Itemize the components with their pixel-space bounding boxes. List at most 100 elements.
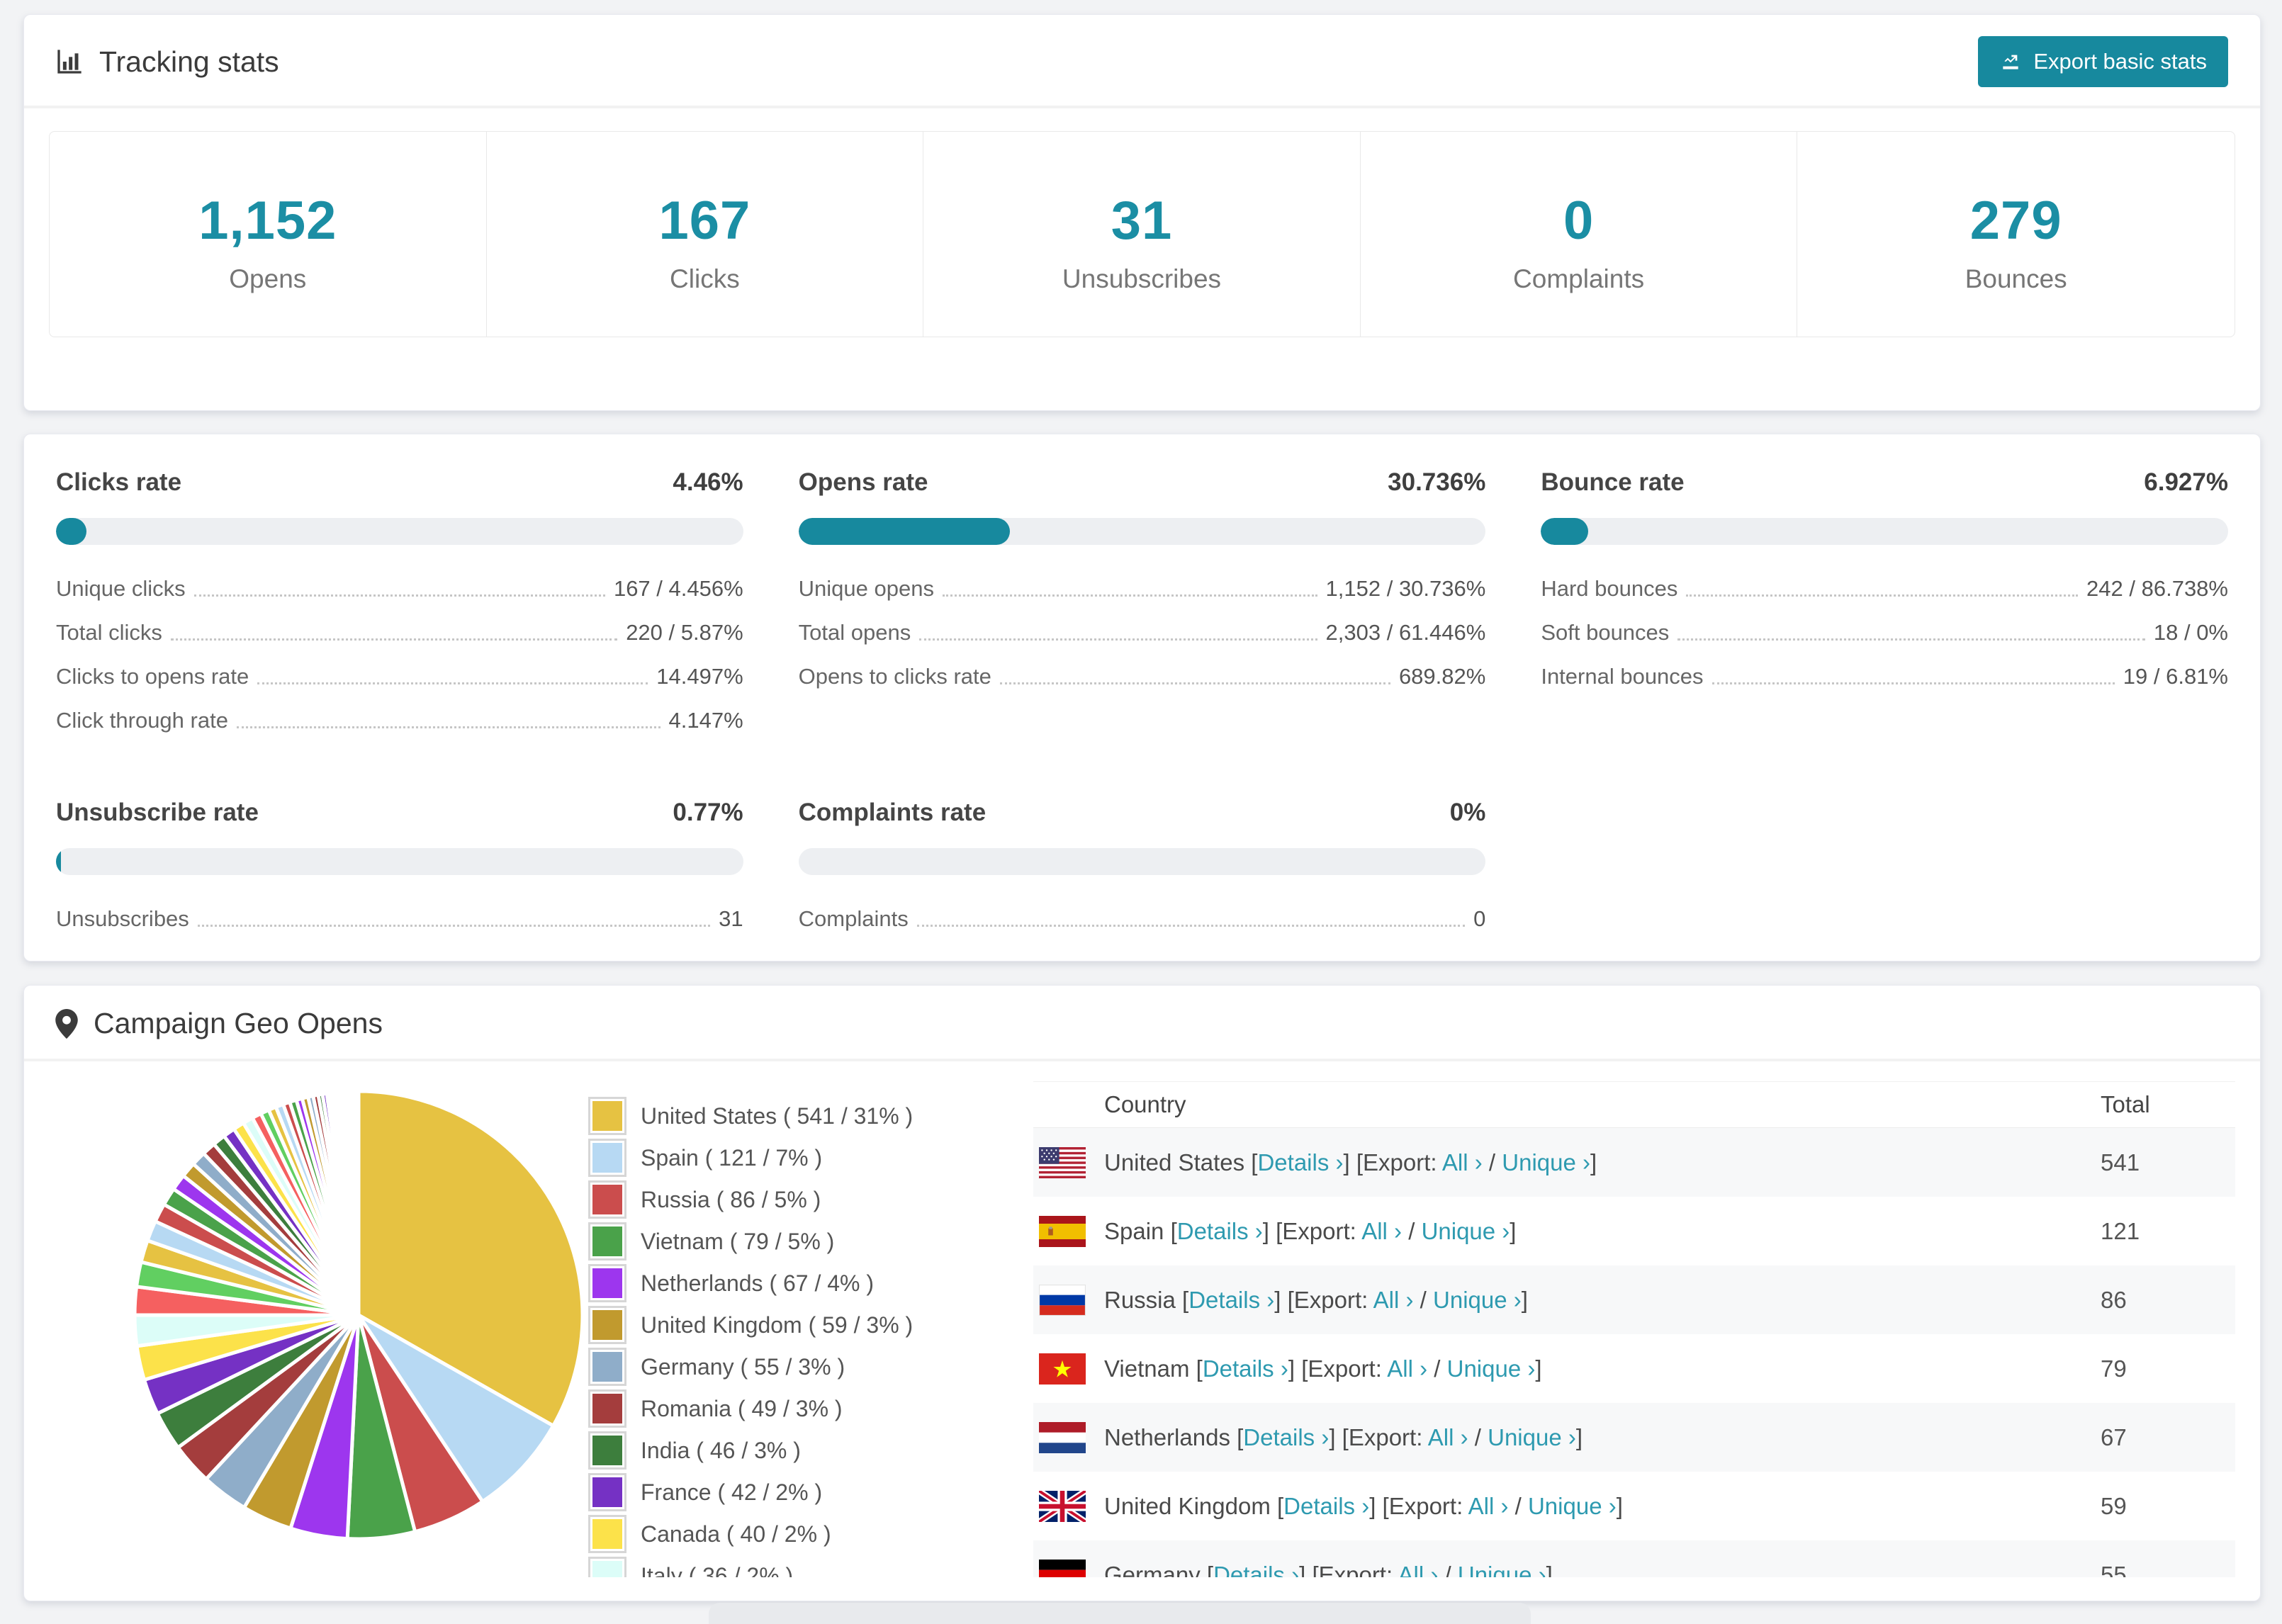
stat-row-label: Unsubscribes	[56, 906, 189, 931]
rate-value: 6.927%	[2144, 468, 2228, 496]
dotted-leader	[1686, 594, 2079, 597]
stat-row: Clicks to opens rate 14.497%	[56, 664, 743, 689]
details-link[interactable]: Details ›	[1257, 1149, 1343, 1175]
stat-label: Bounces	[1965, 264, 2067, 293]
export-all-link[interactable]: All ›	[1361, 1218, 1402, 1244]
country-name: Netherlands	[1104, 1423, 1230, 1450]
table-header-row: Country Total	[1033, 1081, 2235, 1128]
legend-label: United Kingdom ( 59 / 3% )	[641, 1312, 914, 1338]
export-unique-link[interactable]: Unique ›	[1458, 1562, 1546, 1578]
total-value: 79	[2101, 1355, 2127, 1382]
legend-label: Italy ( 36 / 2% )	[641, 1562, 794, 1578]
legend-swatch	[592, 1477, 622, 1507]
details-link[interactable]: Details ›	[1213, 1562, 1299, 1578]
table-row-vn: Vietnam [Details ›] [Export: All › / Uni…	[1033, 1334, 2235, 1403]
stat-row-label: Total clicks	[56, 620, 162, 645]
stat-label: Complaints	[1513, 264, 1645, 293]
stat-row-value: 4.147%	[668, 708, 743, 733]
dotted-leader	[170, 638, 618, 641]
legend-label: Spain ( 121 / 7% )	[641, 1144, 823, 1171]
legend-swatch	[592, 1268, 622, 1298]
export-all-link[interactable]: All ›	[1387, 1355, 1427, 1382]
export-all-link[interactable]: All ›	[1442, 1149, 1483, 1175]
stat-row-label: Unique clicks	[56, 576, 186, 601]
rate-block-unsubscribe-rate: Unsubscribe rate 0.77% Unsubscribes 31	[56, 799, 743, 950]
stat-row-value: 167 / 4.456%	[613, 576, 743, 601]
export-all-link[interactable]: All ›	[1468, 1493, 1509, 1519]
tracking-stats-card: Tracking stats Export basic stats 1,152 O…	[23, 14, 2261, 411]
tracking-stats-header: Tracking stats Export basic stats	[24, 15, 2260, 108]
legend-swatch	[592, 1519, 622, 1549]
stat-row-value: 220 / 5.87%	[626, 620, 743, 645]
stat-row-value: 689.82%	[1398, 664, 1486, 689]
progress-bar	[56, 518, 743, 545]
column-header-country: Country	[1104, 1091, 1186, 1117]
details-link[interactable]: Details ›	[1283, 1493, 1369, 1519]
details-link[interactable]: Details ›	[1188, 1287, 1274, 1313]
legend-swatch	[592, 1185, 622, 1214]
legend-item: Russia ( 86 / 5% )	[592, 1185, 989, 1214]
geo-legend: United States ( 541 / 31% ) Spain ( 121 /…	[592, 1061, 989, 1577]
tracking-stats-title: Tracking stats	[55, 45, 279, 79]
country-name: Vietnam	[1104, 1355, 1190, 1382]
details-link[interactable]: Details ›	[1243, 1424, 1329, 1450]
export-unique-link[interactable]: Unique ›	[1488, 1424, 1576, 1450]
legend-item: United States ( 541 / 31% )	[592, 1101, 989, 1131]
stat-row-label: Hard bounces	[1541, 576, 1678, 601]
rate-block-opens-rate: Opens rate 30.736% Unique opens 1,152 / 30.…	[798, 468, 1486, 752]
stat-row-value: 2,303 / 61.446%	[1325, 620, 1486, 645]
export-unique-link[interactable]: Unique ›	[1447, 1355, 1536, 1382]
progress-fill	[798, 518, 1010, 545]
export-all-link[interactable]: All ›	[1373, 1287, 1414, 1313]
bottom-sheet	[709, 1603, 1531, 1624]
export-prefix: [Export:	[1287, 1286, 1368, 1313]
rate-title: Clicks rate	[56, 468, 182, 496]
table-row-gb: United Kingdom [Details ›] [Export: All …	[1033, 1472, 2235, 1540]
pie-slice-other[interactable]	[356, 1089, 361, 1316]
dotted-leader	[1677, 638, 2145, 641]
stat-value: 167	[658, 191, 751, 251]
legend-label: Vietnam ( 79 / 5% )	[641, 1228, 835, 1254]
stat-row: Total clicks 220 / 5.87%	[56, 620, 743, 645]
export-unique-link[interactable]: Unique ›	[1502, 1149, 1590, 1175]
export-unique-link[interactable]: Unique ›	[1528, 1493, 1617, 1519]
details-link[interactable]: Details ›	[1203, 1355, 1288, 1382]
total-value: 86	[2101, 1286, 2127, 1313]
stat-row-value: 31	[719, 906, 743, 931]
summary-stat-opens: 1,152 Opens	[50, 132, 487, 337]
rate-block-bounce-rate: Bounce rate 6.927% Hard bounces 242 / 86.73…	[1541, 468, 2228, 752]
export-basic-stats-button[interactable]: Export basic stats	[1978, 36, 2228, 87]
legend-swatch	[592, 1394, 622, 1423]
export-unique-link[interactable]: Unique ›	[1422, 1218, 1510, 1244]
geo-title: Campaign Geo Opens	[94, 1007, 383, 1039]
legend-swatch	[592, 1352, 622, 1382]
country-name: United States	[1104, 1149, 1245, 1175]
rate-value: 0%	[1449, 799, 1486, 826]
legend-item: Italy ( 36 / 2% )	[592, 1561, 989, 1577]
export-all-link[interactable]: All ›	[1428, 1424, 1468, 1450]
export-prefix: [Export:	[1301, 1355, 1382, 1382]
progress-fill	[56, 848, 62, 875]
flag-gb-icon	[1033, 1490, 1104, 1522]
dotted-leader	[919, 638, 1317, 641]
progress-fill	[56, 518, 87, 545]
export-unique-link[interactable]: Unique ›	[1433, 1287, 1522, 1313]
stat-row-label: Unique opens	[798, 576, 934, 601]
geo-body: United States ( 541 / 31% ) Spain ( 121 /…	[24, 1061, 2260, 1577]
flag-de-icon	[1033, 1559, 1104, 1577]
summary-stats: 1,152 Opens 167 Clicks 31 Unsubscribes 0 Compla…	[49, 131, 2235, 337]
legend-swatch	[592, 1436, 622, 1465]
details-link[interactable]: Details ›	[1177, 1218, 1263, 1244]
geo-pie-chart[interactable]	[125, 1081, 592, 1549]
progress-bar	[798, 848, 1486, 875]
table-row-us: United States [Details ›] [Export: All ›…	[1033, 1128, 2235, 1197]
flag-nl-icon	[1033, 1421, 1104, 1453]
summary-stat-clicks: 167 Clicks	[487, 132, 924, 337]
stat-value: 279	[1969, 191, 2062, 251]
rates-grid: Clicks rate 4.46% Unique clicks 167 / 4.456…	[56, 468, 2228, 950]
export-all-link[interactable]: All ›	[1398, 1562, 1439, 1578]
stat-row: Unique opens 1,152 / 30.736%	[799, 576, 1486, 602]
stat-row-label: Clicks to opens rate	[56, 664, 249, 689]
stat-row: Hard bounces 242 / 86.738%	[1541, 576, 2228, 602]
dotted-leader	[999, 682, 1390, 684]
